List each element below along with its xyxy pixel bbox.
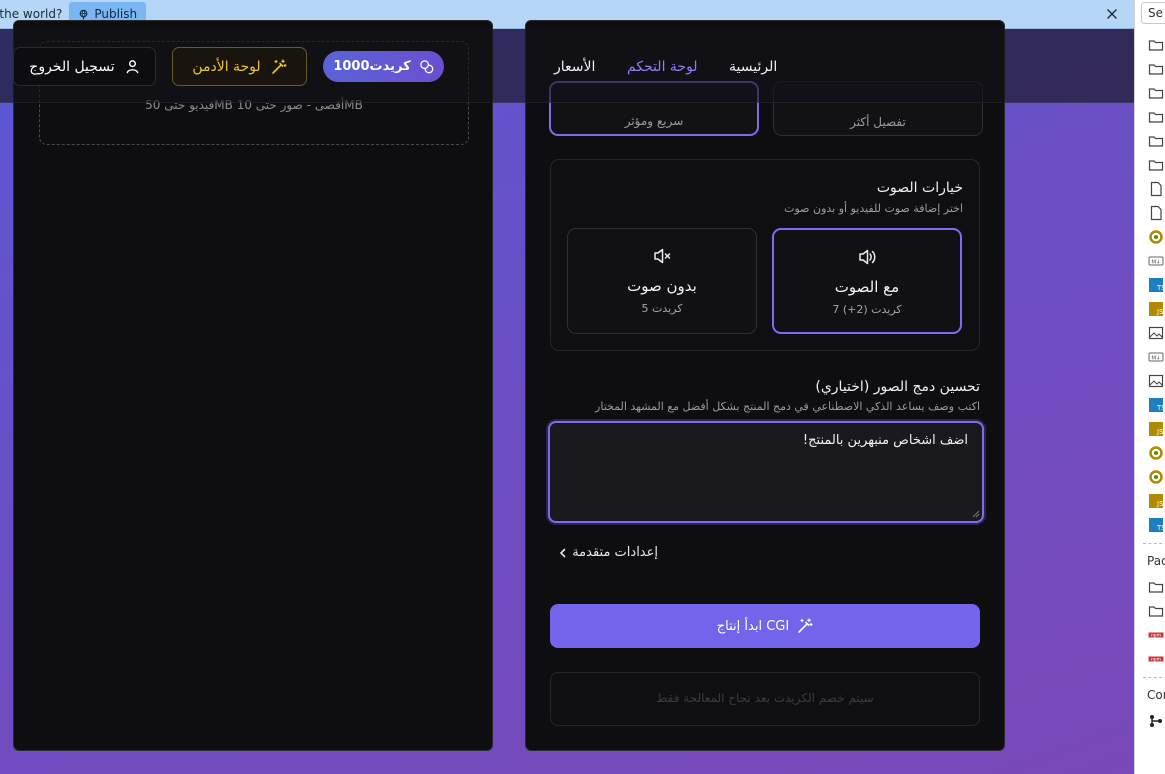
explorer-search[interactable]: Se xyxy=(1141,2,1165,24)
folder-icon[interactable] xyxy=(1148,133,1164,149)
svg-text:JS: JS xyxy=(1156,428,1164,436)
file-explorer-strip: Se M↓ TS JS M↓ TS JS JS TS Pac npm npm C… xyxy=(1134,0,1165,774)
publish-question: n the world? xyxy=(0,7,63,21)
typescript-file-icon[interactable]: TS xyxy=(1148,397,1164,413)
javascript-file-icon[interactable]: JS xyxy=(1148,301,1164,317)
left-panel: فيديو حتى 50MB أقصى - صور حتى 10MB xyxy=(13,20,493,751)
audio-option-with-sound[interactable]: مع الصوت كريدت (2+) 7 xyxy=(772,228,962,334)
user-icon xyxy=(126,60,139,74)
folder-icon[interactable] xyxy=(1148,579,1164,595)
svg-text:npm: npm xyxy=(1151,634,1161,639)
credits-label: 1000كريدت xyxy=(333,59,411,74)
svg-text:TS: TS xyxy=(1156,404,1164,412)
start-generation-label: ابدأ إنتاج CGI xyxy=(716,618,790,634)
enhance-prompt-title: تحسين دمج الصور (اختياري) xyxy=(815,379,980,395)
credits-badge[interactable]: 1000كريدت xyxy=(323,51,444,82)
nav-home[interactable]: الرئيسية xyxy=(729,59,777,75)
image-file-icon[interactable] xyxy=(1148,325,1164,341)
svg-text:npm: npm xyxy=(1151,658,1161,663)
logout-label: تسجيل الخروج xyxy=(29,58,115,75)
magic-wand-icon xyxy=(271,58,287,74)
admin-dashboard-button[interactable]: لوحة الأدمن xyxy=(172,47,307,86)
generation-form-panel: سريع ومؤثر تفصيل أكثر خيارات الصوت اختر … xyxy=(525,20,1005,751)
app-header: تسجيل الخروج لوحة الأدمن 1000كريدت الأسع… xyxy=(0,29,1134,103)
coins-icon xyxy=(419,60,433,74)
config-file-icon[interactable] xyxy=(1148,229,1164,245)
enhance-prompt-subtitle: اكتب وصف يساعد الذكي الاصطناعي في دمج ال… xyxy=(595,400,980,413)
audio-option-no-sound-title: بدون صوت xyxy=(627,277,697,295)
svg-text:TS: TS xyxy=(1156,524,1164,532)
config-file-icon[interactable] xyxy=(1148,445,1164,461)
audio-option-no-sound[interactable]: بدون صوت كريدت 5 xyxy=(567,228,757,334)
svg-text:M↓: M↓ xyxy=(1151,259,1160,266)
start-generation-button[interactable]: ابدأ إنتاج CGI xyxy=(550,604,980,648)
markdown-file-icon[interactable]: M↓ xyxy=(1148,253,1164,269)
close-icon[interactable] xyxy=(1102,4,1122,24)
magic-wand-icon xyxy=(798,618,813,633)
credit-notice-text: سيتم خصم الكريدت بعد نجاح المعالجة فقط xyxy=(656,691,874,705)
audio-section-title: خيارات الصوت xyxy=(876,180,963,196)
explorer-section-packages[interactable]: Pac xyxy=(1147,554,1165,568)
git-branch-icon[interactable] xyxy=(1148,713,1164,729)
audio-options-section: خيارات الصوت اختر إضافة صوت للفيديو أو ب… xyxy=(550,159,980,351)
audio-section-subtitle: اختر إضافة صوت للفيديو أو بدون صوت xyxy=(784,202,963,215)
javascript-file-icon[interactable]: JS xyxy=(1148,421,1164,437)
nav-pricing[interactable]: الأسعار xyxy=(554,59,595,75)
style-card-detailed-subtitle: تفصيل أكثر xyxy=(850,115,906,129)
javascript-file-icon[interactable]: JS xyxy=(1148,493,1164,509)
explorer-divider xyxy=(1143,543,1165,544)
image-file-icon[interactable] xyxy=(1148,373,1164,389)
folder-icon[interactable] xyxy=(1148,37,1164,53)
advanced-settings-toggle[interactable]: إعدادات متقدمة xyxy=(558,545,658,560)
folder-icon[interactable] xyxy=(1148,61,1164,77)
speaker-mute-icon xyxy=(654,248,671,264)
markdown-file-icon[interactable]: M↓ xyxy=(1148,349,1164,365)
typescript-file-icon[interactable]: TS xyxy=(1148,277,1164,293)
npm-package-icon[interactable]: npm xyxy=(1148,651,1164,667)
audio-option-with-sound-title: مع الصوت xyxy=(834,278,900,296)
speaker-on-icon xyxy=(859,249,876,265)
folder-icon[interactable] xyxy=(1148,109,1164,125)
folder-icon[interactable] xyxy=(1148,85,1164,101)
explorer-divider xyxy=(1143,677,1165,678)
file-icon[interactable] xyxy=(1148,205,1164,221)
globe-pin-icon xyxy=(79,9,88,20)
credit-notice: سيتم خصم الكريدت بعد نجاح المعالجة فقط xyxy=(550,672,980,726)
svg-text:JS: JS xyxy=(1156,500,1164,508)
svg-text:JS: JS xyxy=(1156,308,1164,316)
explorer-section-console[interactable]: Con xyxy=(1147,688,1165,702)
advanced-settings-label: إعدادات متقدمة xyxy=(572,545,658,560)
file-icon[interactable] xyxy=(1148,181,1164,197)
publish-label: Publish xyxy=(94,7,138,21)
audio-option-with-sound-cost: كريدت (2+) 7 xyxy=(832,303,902,316)
config-file-icon[interactable] xyxy=(1148,469,1164,485)
svg-text:M↓: M↓ xyxy=(1151,355,1160,362)
folder-icon[interactable] xyxy=(1148,603,1164,619)
typescript-file-icon[interactable]: TS xyxy=(1148,517,1164,533)
logout-button[interactable]: تسجيل الخروج xyxy=(13,47,156,86)
resize-grip-icon[interactable] xyxy=(970,508,980,518)
chevron-left-icon xyxy=(560,548,566,557)
admin-dashboard-label: لوحة الأدمن xyxy=(192,58,261,75)
npm-package-icon[interactable]: npm xyxy=(1148,627,1164,643)
svg-text:TS: TS xyxy=(1156,284,1164,292)
enhance-prompt-textarea[interactable]: اضف اشخاص منبهرين بالمنتج! xyxy=(548,421,984,523)
audio-option-no-sound-cost: كريدت 5 xyxy=(641,302,683,315)
folder-icon[interactable] xyxy=(1148,157,1164,173)
style-card-fast-subtitle: سريع ومؤثر xyxy=(624,114,684,128)
nav-dashboard[interactable]: لوحة التحكم xyxy=(627,59,698,75)
